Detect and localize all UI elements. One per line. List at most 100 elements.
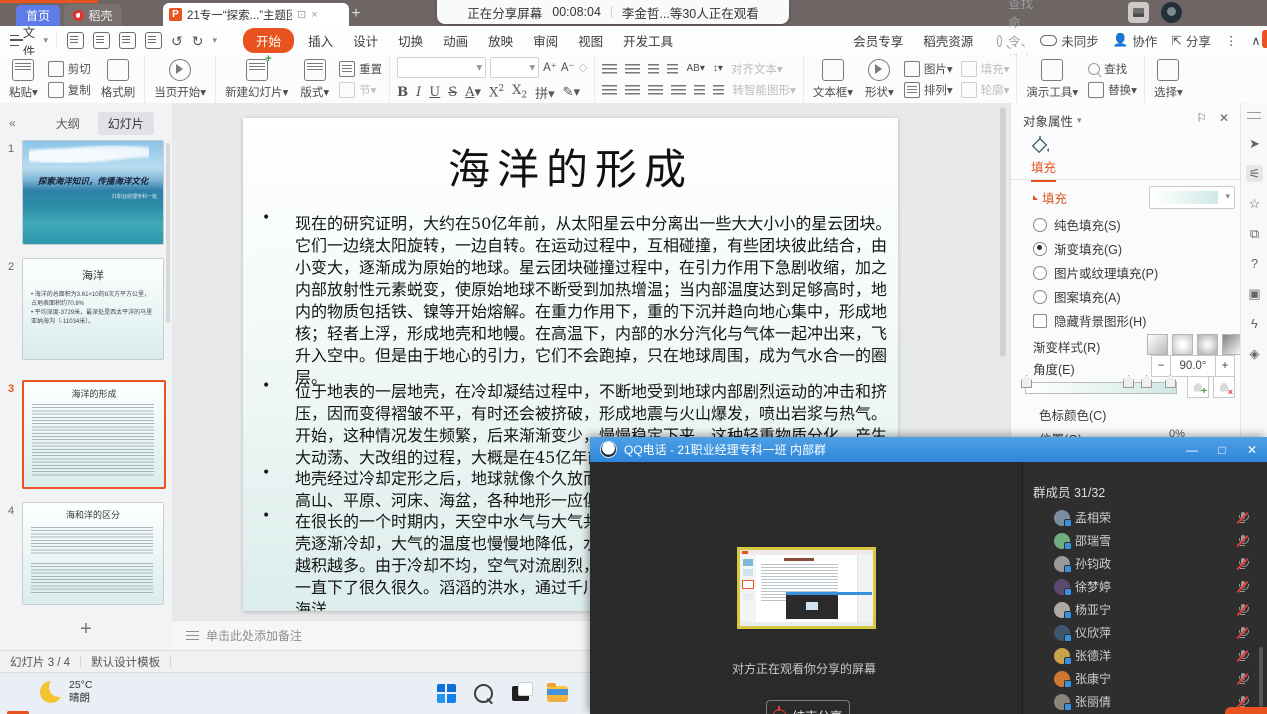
radio-picture-fill[interactable]: 图片或纹理填充(P) (1033, 263, 1158, 282)
design-template-label[interactable]: 默认设计模板 (91, 654, 160, 670)
file-menu[interactable]: 文件 ▾ (0, 22, 56, 60)
star-icon[interactable]: ☆ (1246, 195, 1263, 212)
bullet-list-icon[interactable] (602, 64, 617, 74)
gradient-stop-bar[interactable] (1025, 382, 1177, 394)
remove-gradient-stop-button[interactable]: × (1213, 376, 1235, 398)
shield-icon[interactable]: ◈ (1246, 345, 1263, 362)
text-direction-icon[interactable]: AB▾ (686, 63, 704, 74)
paragraph-spacing-icon[interactable] (713, 85, 724, 95)
subscript-button[interactable]: X2 (512, 83, 527, 101)
clear-format-icon[interactable]: ◇ (579, 60, 588, 74)
member-row[interactable]: 张德洋 (1023, 644, 1267, 667)
qq-title-bar[interactable]: QQ电话 - 21职业经理专科一班 内部群 (590, 437, 1267, 462)
more-menu-icon[interactable]: ⋮ (1225, 33, 1238, 48)
new-tab-button[interactable]: + (346, 4, 366, 24)
radio-solid-fill[interactable]: 纯色填充(S) (1033, 215, 1121, 234)
align-text-button[interactable]: 对齐文本▾ (731, 61, 783, 77)
shapes-button[interactable]: 形状▾ (863, 57, 896, 102)
end-share-button[interactable]: 结束分享 (766, 700, 850, 714)
slide-thumbnail-selected[interactable]: 海洋的形成 (22, 380, 166, 489)
gradient-style-rect-button[interactable] (1197, 334, 1218, 355)
slide-thumbnail[interactable]: 探索海洋知识，传播海洋文化 21职业经理专科一班 (22, 140, 164, 245)
tab-devtools[interactable]: 开发工具 (613, 28, 683, 53)
checkbox-hide-background[interactable]: 隐藏背景图形(H) (1033, 311, 1146, 330)
tab-document[interactable]: P 21专一“探索...”主题团日班会 ⊡ × (163, 3, 349, 26)
mic-muted-icon[interactable] (1236, 580, 1249, 594)
outline-button[interactable]: 轮廓▾ (961, 82, 1010, 98)
tab-slideshow[interactable]: 放映 (478, 28, 523, 53)
underline-button[interactable]: U (429, 85, 440, 100)
align-right-icon[interactable] (648, 85, 663, 95)
tab-docer[interactable]: 稻壳 (64, 4, 122, 26)
find-button[interactable]: 查找 (1088, 61, 1137, 77)
start-button[interactable] (434, 681, 459, 706)
weather-widget[interactable]: 25°C晴朗 (40, 679, 92, 705)
sync-status[interactable]: 未同步 (1040, 31, 1099, 50)
gradient-style-linear-button[interactable] (1147, 334, 1168, 355)
radio-gradient-fill[interactable]: 渐变填充(G) (1033, 239, 1122, 258)
phonetic-guide-button[interactable]: 拼▾ (535, 83, 555, 102)
tab-view[interactable]: 视图 (568, 28, 613, 53)
new-slide-button[interactable]: 新建幻灯片▾ (223, 57, 290, 102)
section-button[interactable]: 节▾ (339, 82, 382, 98)
arrange-button[interactable]: 排列▾ (904, 82, 953, 98)
properties-sliders-icon[interactable]: ⚟ (1246, 165, 1263, 182)
copy-button[interactable]: 复制 (48, 82, 91, 98)
print-preview-icon[interactable] (145, 32, 162, 49)
share-button[interactable]: ⇱分享 (1171, 31, 1211, 50)
tab-transition[interactable]: 切换 (388, 28, 433, 53)
help-icon[interactable]: ? (1246, 255, 1263, 272)
radio-pattern-fill[interactable]: 图案填充(A) (1033, 287, 1121, 306)
strikethrough-button[interactable]: S (448, 85, 457, 100)
collapse-ribbon-icon[interactable]: ∧ (1251, 33, 1260, 48)
slide-thumbnail[interactable]: 海和洋的区分 (22, 502, 164, 605)
superscript-button[interactable]: X2 (489, 84, 504, 100)
align-left-icon[interactable] (602, 85, 617, 95)
tab-docer-resources[interactable]: 稻壳资源 (913, 28, 983, 53)
mic-muted-icon[interactable] (1236, 626, 1249, 640)
mic-muted-icon[interactable] (1236, 649, 1249, 663)
member-list-scrollbar[interactable] (1259, 647, 1263, 707)
image-edit-icon[interactable]: ▣ (1246, 285, 1263, 302)
italic-button[interactable]: I (416, 85, 421, 100)
cut-button[interactable]: 剪切 (48, 61, 91, 77)
close-panel-icon[interactable]: ✕ (1219, 111, 1229, 125)
upgrade-badge[interactable] (1262, 30, 1267, 48)
select-button[interactable]: 选择▾ (1152, 57, 1185, 102)
font-size-select[interactable]: ▾ (490, 57, 539, 78)
paste-button[interactable]: 粘贴▾ (7, 57, 40, 102)
member-row[interactable]: 徐梦婷 (1023, 575, 1267, 598)
tab-animation[interactable]: 动画 (433, 28, 478, 53)
angle-increase-button[interactable]: + (1216, 355, 1235, 377)
font-name-select[interactable]: ▾ (397, 57, 486, 78)
fill-button[interactable]: 填充▾ (961, 61, 1010, 77)
rocket-icon[interactable]: ➤ (1246, 135, 1263, 152)
user-avatar[interactable] (1161, 2, 1182, 23)
tab-slides[interactable]: 幻灯片 (98, 112, 154, 135)
angle-decrease-button[interactable]: − (1151, 355, 1170, 377)
increase-font-icon[interactable]: A⁺ (543, 60, 557, 74)
format-painter-button[interactable]: 格式刷 (99, 57, 138, 102)
angle-value[interactable]: 90.0° (1170, 355, 1216, 377)
chevron-down-icon[interactable]: ▾ (213, 35, 218, 46)
gradient-style-radial-button[interactable] (1172, 334, 1193, 355)
line-spacing-icon[interactable]: ↕▾ (713, 63, 723, 74)
pin-icon[interactable]: ⚐ (1196, 111, 1207, 125)
text-box-button[interactable]: 文本框▾ (811, 57, 855, 102)
highlight-button[interactable]: ✎▾ (563, 85, 580, 100)
member-row[interactable]: 仪欣萍 (1023, 621, 1267, 644)
task-view-button[interactable] (508, 681, 533, 706)
close-tab-icon[interactable]: × (311, 9, 317, 21)
share-preview-thumbnail[interactable] (737, 547, 876, 629)
undo-icon[interactable]: ↺ (171, 34, 183, 48)
mic-muted-icon[interactable] (1236, 672, 1249, 686)
taskbar-search-button[interactable] (471, 681, 496, 706)
play-from-current-button[interactable]: 当页开始▾ (152, 57, 208, 102)
replace-button[interactable]: 替换▾ (1088, 82, 1137, 98)
fill-preset-dropdown[interactable]: ▾ (1149, 186, 1235, 209)
canvas-scrollbar[interactable] (1000, 107, 1006, 357)
minimize-button[interactable]: — (1177, 437, 1207, 462)
maximize-button[interactable]: □ (1207, 437, 1237, 462)
member-row[interactable]: 杨亚宁 (1023, 598, 1267, 621)
file-explorer-button[interactable] (545, 681, 570, 706)
